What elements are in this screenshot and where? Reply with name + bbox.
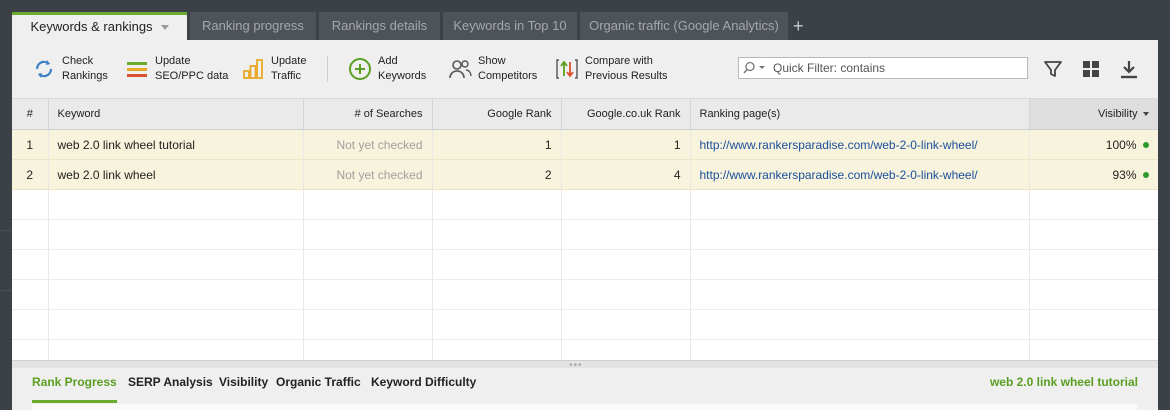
active-tab-indicator [32,400,117,403]
table-row[interactable]: 2 web 2.0 link wheel Not yet checked 2 4… [12,159,1158,190]
row-number: 2 [12,159,49,190]
ranking-page-link[interactable]: http://www.rankersparadise.com/web-2-0-l… [700,138,978,152]
searches-cell: Not yet checked [303,159,433,190]
table-header-row: # Keyword # of Searches Google Rank Goog… [12,98,1158,130]
refresh-icon [35,60,53,78]
compare-arrows-icon [556,59,578,79]
column-header-label: Visibility [1097,108,1138,120]
tab-organic-traffic[interactable]: Organic traffic (Google Analytics) [580,12,788,40]
tab-rank-progress[interactable]: Rank Progress [32,375,117,389]
empty-row [12,189,1158,220]
check-rankings-button[interactable]: Check Rankings [32,52,108,86]
left-panel-edge [0,40,12,410]
bottom-content-area [32,404,1137,410]
google-uk-rank-cell: 1 [561,129,691,160]
toolbar-divider [327,56,328,82]
download-icon[interactable] [1118,58,1140,80]
tab-keywords-rankings[interactable]: Keywords & rankings [12,12,187,40]
compare-results-button[interactable]: Compare with Previous Results [555,52,668,86]
bars-icon [127,62,147,77]
visibility-cell: 100% [1029,129,1158,160]
ranking-page-link[interactable]: http://www.rankersparadise.com/web-2-0-l… [700,168,978,182]
show-competitors-button[interactable]: Show Competitors [448,52,537,86]
quick-filter[interactable] [738,57,1028,79]
google-rank-cell: 1 [432,129,562,160]
visibility-cell: 93% [1029,159,1158,190]
filter-icon[interactable] [1042,58,1064,80]
right-panel-edge [1158,40,1170,410]
sort-arrow-icon [1142,112,1149,117]
column-header-visibility[interactable]: Visibility [1029,98,1158,130]
check-rankings-label: Check Rankings [62,55,108,82]
tab-rankings-details[interactable]: Rankings details [319,12,440,40]
column-header-searches[interactable]: # of Searches [303,98,433,130]
selected-keyword: web 2.0 link wheel tutorial [989,375,1138,389]
tab-ranking-progress[interactable]: Ranking progress [190,12,316,40]
table-row[interactable]: 1 web 2.0 link wheel tutorial Not yet ch… [12,129,1158,160]
column-header-google-uk-rank[interactable]: Google.co.uk Rank [561,98,691,130]
search-icon[interactable] [743,61,767,75]
chevron-down-icon[interactable] [160,25,169,31]
tab-serp-analysis[interactable]: SERP Analysis [128,375,213,389]
add-tab-button[interactable]: + [793,16,804,36]
empty-row [12,309,1158,340]
update-seo-button[interactable]: Update SEO/PPC data [125,52,228,86]
ranking-page-cell: http://www.rankersparadise.com/web-2-0-l… [690,129,1030,160]
tab-organic-traffic[interactable]: Organic Traffic [276,375,361,389]
empty-row [12,279,1158,310]
google-rank-cell: 2 [432,159,562,190]
keyword-cell: web 2.0 link wheel tutorial [48,129,304,160]
empty-row [12,339,1158,360]
visibility-value: 93% [1112,167,1137,182]
main-panel: Check Rankings Update SEO/PPC data Updat… [12,40,1158,410]
empty-row [12,219,1158,250]
users-icon [449,60,472,79]
update-traffic-button[interactable]: Update Traffic [241,52,306,86]
tab-label: Keywords & rankings [30,19,153,34]
bar-chart-icon [243,59,263,79]
keyword-cell: web 2.0 link wheel [48,159,304,190]
tab-label: Keywords in Top 10 [453,18,567,33]
compare-results-label: Compare with Previous Results [585,55,668,82]
add-keywords-button[interactable]: Add Keywords [348,52,426,86]
tab-keywords-top10[interactable]: Keywords in Top 10 [443,12,577,40]
add-circle-icon [349,58,371,80]
tab-label: Ranking progress [202,18,304,33]
tab-label: Rankings details [331,18,428,33]
visibility-value: 100% [1105,137,1137,152]
row-number: 1 [12,129,49,160]
keywords-table: # Keyword # of Searches Google Rank Goog… [12,98,1158,360]
tab-keyword-difficulty[interactable]: Keyword Difficulty [371,375,476,389]
searches-cell: Not yet checked [303,129,433,160]
ranking-page-cell: http://www.rankersparadise.com/web-2-0-l… [690,159,1030,190]
column-header-keyword[interactable]: Keyword [48,98,304,130]
tab-label: Organic traffic (Google Analytics) [589,18,779,33]
column-header-google-rank[interactable]: Google Rank [432,98,562,130]
tab-bar: Keywords & rankings Ranking progress Ran… [0,0,1170,40]
google-uk-rank-cell: 4 [561,159,691,190]
toolbar: Check Rankings Update SEO/PPC data Updat… [12,40,1158,98]
column-header-ranking-page[interactable]: Ranking page(s) [690,98,1030,130]
status-dot-icon [1142,142,1149,149]
column-header-number[interactable]: # [12,98,49,130]
status-dot-icon [1142,172,1149,179]
bottom-panel: Rank Progress SERP Analysis Visibility O… [12,368,1158,410]
show-competitors-label: Show Competitors [478,55,538,82]
update-seo-label: Update SEO/PPC data [155,55,229,82]
update-traffic-label: Update Traffic [271,55,307,82]
add-keywords-label: Add Keywords [378,55,427,82]
grid-icon[interactable] [1080,58,1102,80]
empty-row [12,249,1158,280]
quick-filter-input[interactable] [773,60,1013,76]
tab-visibility[interactable]: Visibility [219,375,268,389]
